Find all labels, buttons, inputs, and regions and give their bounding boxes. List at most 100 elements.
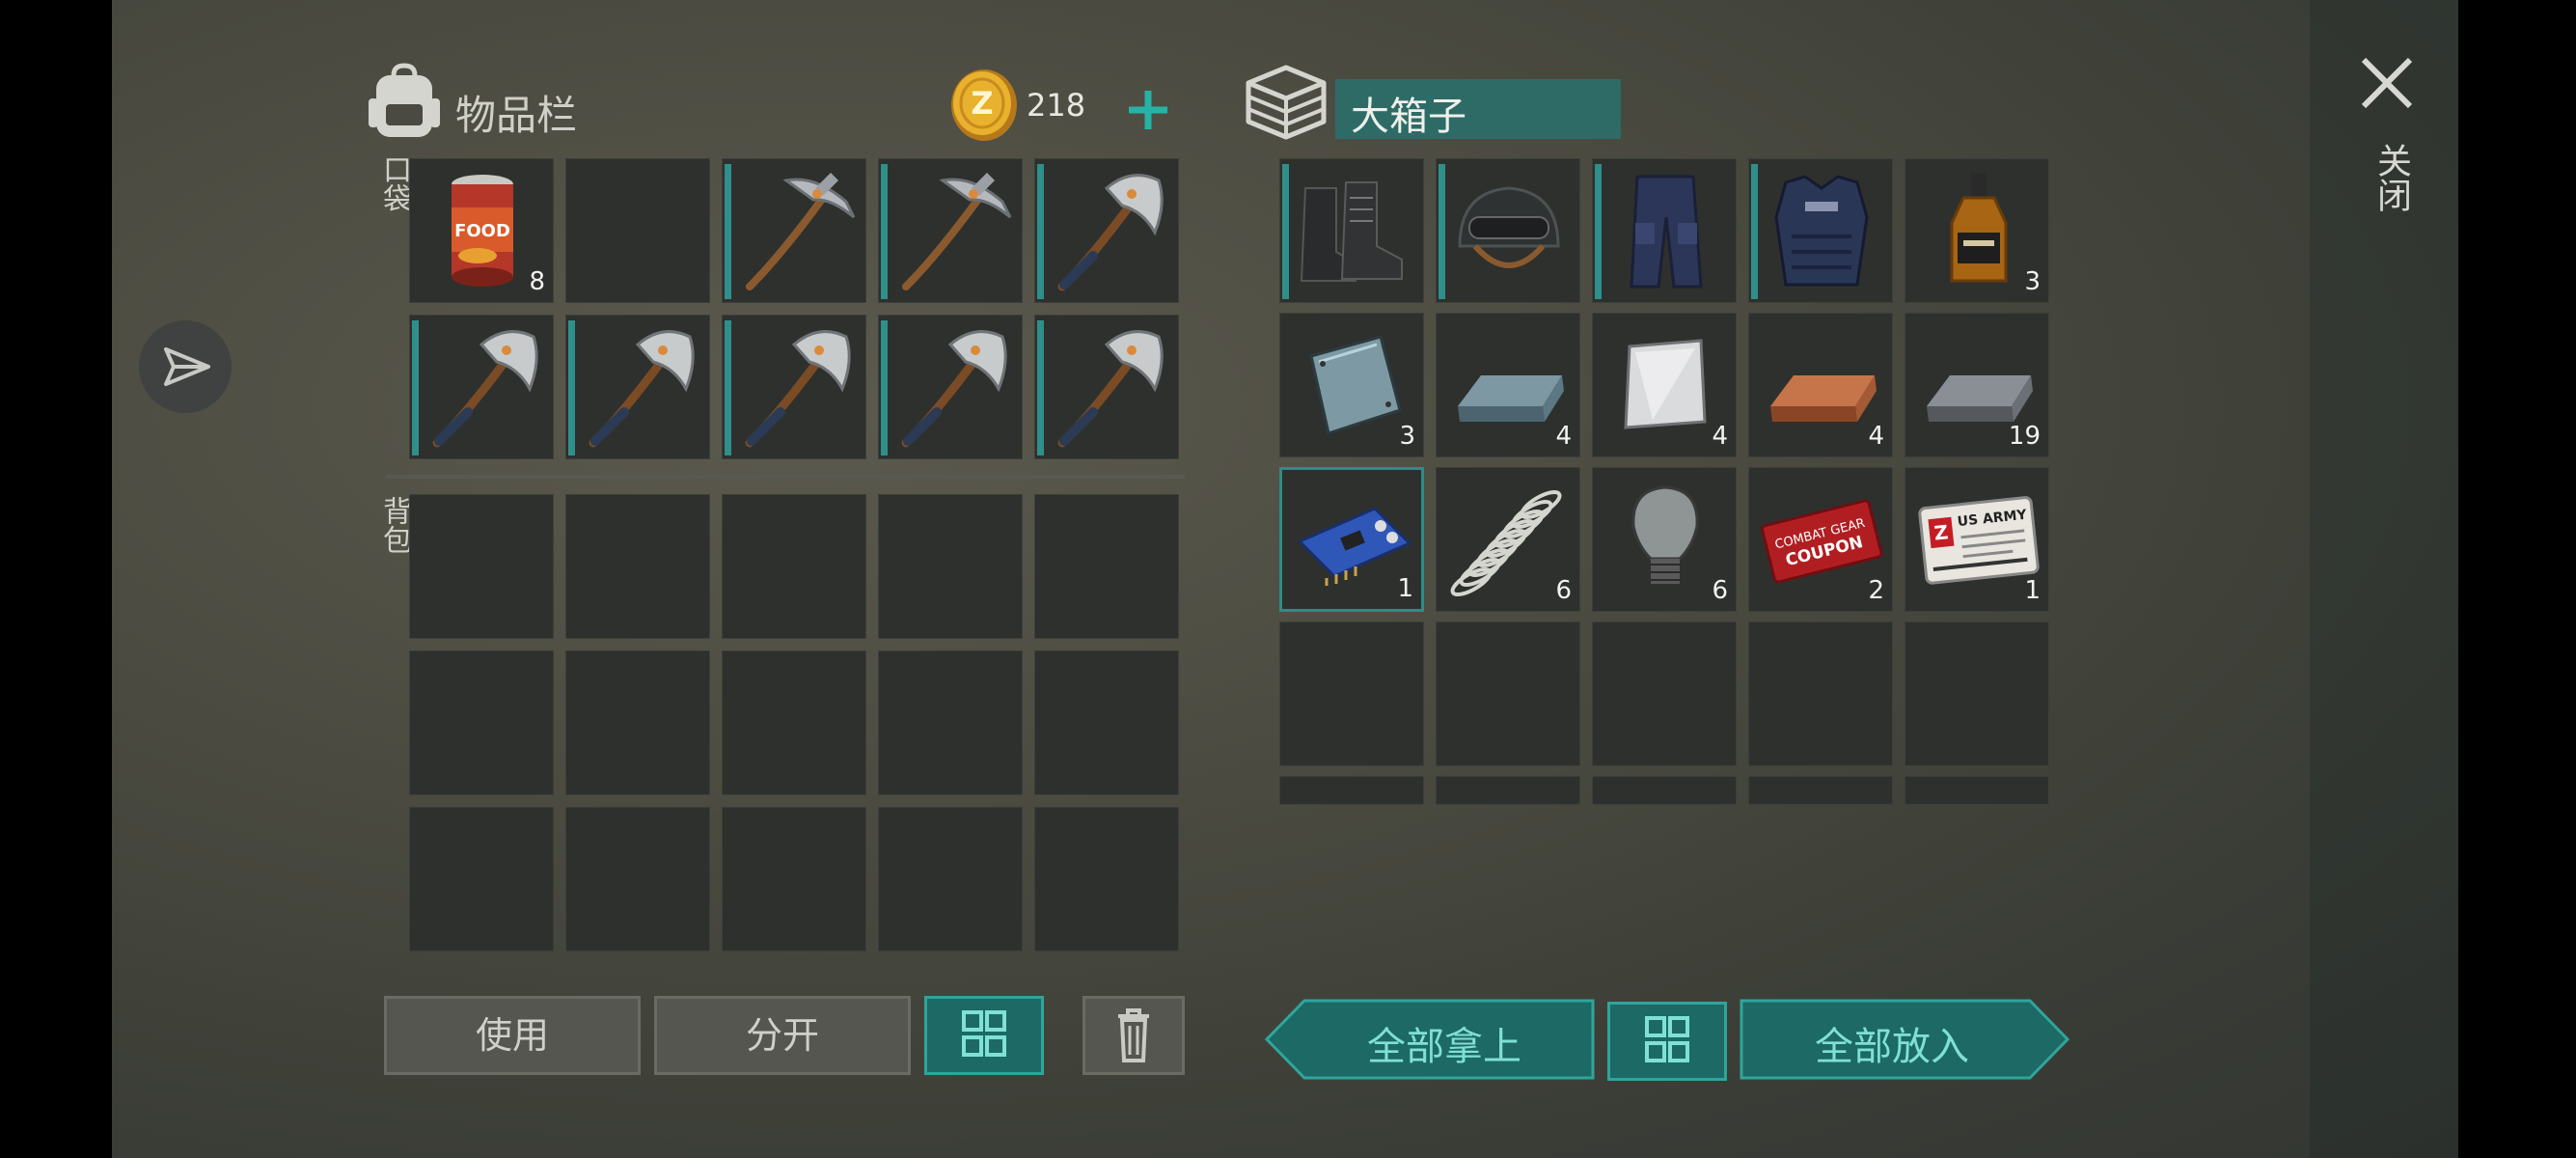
grid-icon (962, 1010, 1006, 1057)
durability-bar (725, 164, 731, 299)
put-all-label: 全部放入 (1815, 1025, 1969, 1069)
send-icon (164, 347, 210, 386)
durability-bar (881, 320, 888, 455)
svg-text:Z: Z (971, 85, 993, 122)
inventory-title: 物品栏 (455, 92, 578, 139)
pocket-slot[interactable] (1034, 158, 1179, 303)
durability-bar (1751, 164, 1758, 299)
backpack-slot[interactable] (878, 807, 1023, 951)
svg-text:FOOD: FOOD (454, 221, 510, 241)
durability-bar (725, 320, 731, 455)
discard-button[interactable] (1082, 996, 1185, 1075)
backpack-slot[interactable] (409, 650, 554, 795)
hatchet-icon (879, 316, 1024, 460)
backpack-slot[interactable] (409, 494, 554, 639)
hatchet-icon (410, 316, 555, 460)
pocket-slot[interactable] (722, 315, 866, 459)
container-slot[interactable]: 3 (1279, 313, 1424, 457)
durability-bar (1037, 320, 1044, 455)
container-slot[interactable] (1748, 776, 1893, 805)
container-slot[interactable]: 19 (1905, 313, 2049, 457)
backpack-slot[interactable] (722, 494, 866, 639)
item-count: 2 (1868, 576, 1884, 605)
hatchet-icon (723, 316, 867, 460)
container-slot[interactable] (1905, 776, 2049, 805)
crate-icon (1246, 65, 1327, 140)
pickaxe-icon (723, 159, 867, 304)
item-count: 19 (2008, 422, 2041, 451)
sort-inventory-button[interactable] (924, 996, 1044, 1075)
backpack-slot[interactable] (878, 650, 1023, 795)
container-slot[interactable]: 6 (1592, 467, 1737, 612)
pants-icon (1593, 159, 1738, 304)
hatchet-icon (1035, 316, 1180, 460)
container-slot[interactable] (1279, 158, 1424, 303)
container-slot[interactable] (1592, 621, 1737, 766)
container-slot[interactable] (1905, 621, 2049, 766)
plus-icon (1129, 91, 1167, 129)
item-count: 4 (1868, 422, 1884, 451)
backpack-slot[interactable] (722, 807, 866, 951)
container-slot[interactable] (1748, 621, 1893, 766)
share-button[interactable] (139, 320, 232, 413)
pocket-slot[interactable] (722, 158, 866, 303)
backpack-slot[interactable] (1034, 650, 1179, 795)
backpack-slot[interactable] (565, 494, 710, 639)
container-slot[interactable] (1279, 621, 1424, 766)
backpack-slot[interactable] (878, 494, 1023, 639)
grid-icon-2 (1645, 1016, 1689, 1062)
container-slot[interactable] (1279, 776, 1424, 805)
use-button[interactable]: 使用 (384, 996, 641, 1075)
zcoin-icon: Z (951, 69, 1017, 141)
container-slot[interactable] (1436, 621, 1580, 766)
container-slot[interactable]: 4 (1592, 313, 1737, 457)
coin-count: 218 (1027, 87, 1086, 124)
backpack-icon (369, 63, 440, 137)
svg-text:Z: Z (1932, 520, 1949, 544)
container-slot[interactable]: 6 (1436, 467, 1580, 612)
container-slot[interactable] (1436, 776, 1580, 805)
boots-icon (1280, 159, 1425, 304)
container-slot[interactable] (1592, 158, 1737, 303)
pocket-slot[interactable] (878, 315, 1023, 459)
pickaxe-icon (879, 159, 1024, 304)
item-count: 4 (1712, 422, 1728, 451)
container-slot[interactable]: 1 (1279, 467, 1424, 612)
pocket-slot[interactable] (878, 158, 1023, 303)
split-label: 分开 (745, 1014, 819, 1057)
sort-container-button[interactable] (1607, 1002, 1727, 1081)
add-coins-button[interactable] (1119, 81, 1177, 139)
divider (386, 475, 1185, 479)
durability-bar (1282, 164, 1289, 299)
split-button[interactable]: 分开 (654, 996, 911, 1075)
item-count: 4 (1555, 422, 1572, 451)
container-slot[interactable] (1592, 776, 1737, 805)
vest-icon (1749, 159, 1894, 304)
durability-bar (1595, 164, 1602, 299)
backpack-slot[interactable] (722, 650, 866, 795)
close-label: 关闭 (2371, 143, 2411, 212)
container-slot[interactable]: COMBAT GEAR COUPON 2 (1748, 467, 1893, 612)
backpack-slot[interactable] (1034, 807, 1179, 951)
container-slot[interactable]: Z US ARMY 1 (1905, 467, 2049, 612)
hatchet-icon (1035, 159, 1180, 304)
container-slot[interactable] (1748, 158, 1893, 303)
backpack-slot[interactable] (565, 807, 710, 951)
backpack-slot[interactable] (409, 807, 554, 951)
backpack-slot[interactable] (565, 650, 710, 795)
durability-bar (568, 320, 575, 455)
container-slot[interactable]: 4 (1436, 313, 1580, 457)
container-slot[interactable]: 3 (1905, 158, 2049, 303)
pocket-slot[interactable] (409, 315, 554, 459)
pocket-slot[interactable] (1034, 315, 1179, 459)
container-slot[interactable]: 4 (1748, 313, 1893, 457)
container-slot[interactable] (1436, 158, 1580, 303)
backpack-slot[interactable] (1034, 494, 1179, 639)
pocket-slot[interactable] (565, 315, 710, 459)
pocket-slot[interactable] (565, 158, 710, 303)
durability-bar (412, 320, 419, 455)
item-count: 1 (1397, 574, 1413, 603)
close-button[interactable]: 关闭 (2354, 50, 2420, 243)
item-count: 6 (1555, 576, 1572, 605)
pocket-slot[interactable]: FOOD 8 (409, 158, 554, 303)
